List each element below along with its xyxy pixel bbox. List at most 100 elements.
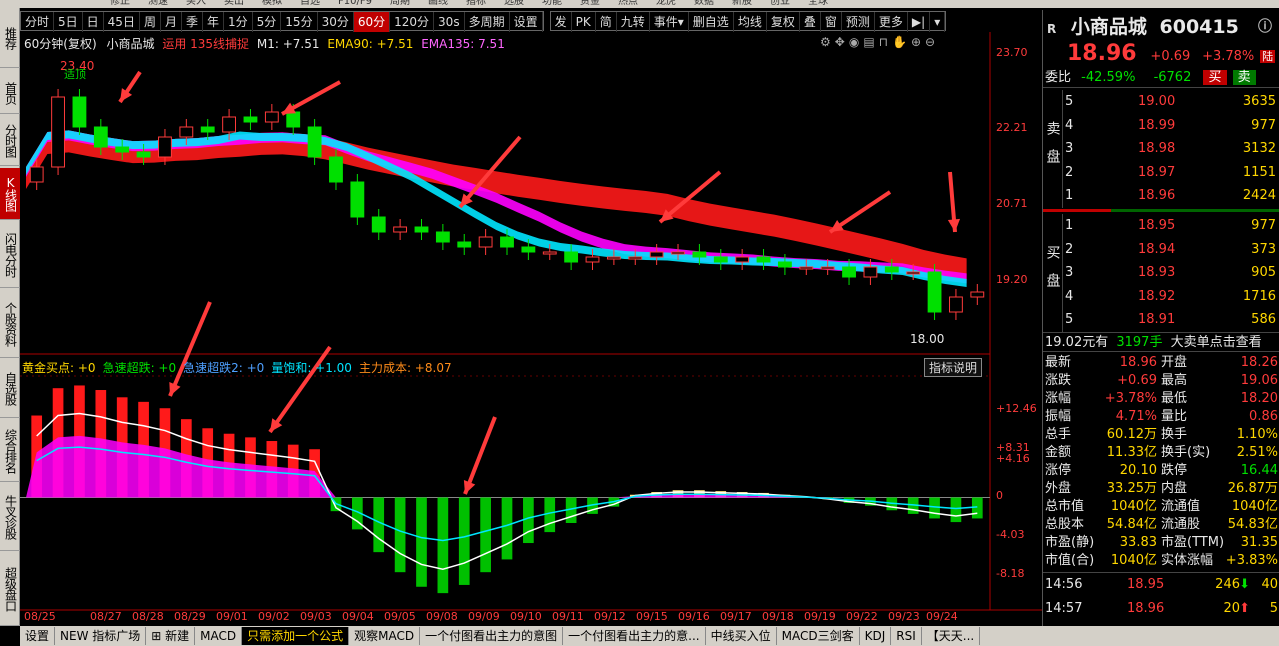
menu-item[interactable]: F10/F9	[338, 0, 372, 8]
period-tab[interactable]: 120分	[390, 12, 435, 32]
indicator-tab[interactable]: KDJ	[860, 627, 892, 645]
order-level[interactable]: 5 19.00 3635	[1063, 90, 1279, 114]
chart-tool-button[interactable]: 窗	[821, 12, 842, 32]
menu-item[interactable]: 热点	[618, 0, 638, 8]
indicator-tab[interactable]: MACD三剑客	[777, 627, 860, 645]
toolbox-icon[interactable]: ▤	[863, 35, 878, 49]
nav-item[interactable]: 分时图	[0, 116, 20, 166]
chart-tool-button[interactable]: 简	[596, 12, 617, 32]
chart-tool-button[interactable]: PK	[572, 12, 596, 32]
chart-tool-button[interactable]: 发	[551, 12, 572, 32]
period-tab[interactable]: 季	[182, 12, 203, 32]
chart-tool-button[interactable]: 预测	[842, 12, 875, 32]
order-level[interactable]: 4 18.99 977	[1063, 114, 1279, 138]
chart-tool-button[interactable]: ▶|	[908, 12, 931, 32]
chart-tool-button[interactable]: 均线	[734, 12, 767, 32]
nav-item[interactable]: 闪电分时	[0, 222, 20, 288]
indicator-tab[interactable]: RSI	[891, 627, 922, 645]
chart-tool-button[interactable]: 删自选	[689, 12, 734, 32]
period-tab[interactable]: 周	[140, 12, 161, 32]
buy-button[interactable]: 买	[1203, 70, 1227, 85]
chart-icon-toolbar[interactable]: ⚙✥◉▤⊓✋⊕⊖	[820, 35, 939, 49]
nav-item[interactable]: 自选股	[0, 360, 20, 418]
indicator-tab[interactable]: NEW 指标广场	[55, 627, 147, 645]
nav-item[interactable]: K线图	[0, 168, 20, 220]
menu-item[interactable]: 龙虎	[656, 0, 676, 8]
menu-item[interactable]: 功能	[542, 0, 562, 8]
period-tab[interactable]: 5日	[54, 12, 83, 32]
indicator-tab[interactable]: 观察MACD	[349, 627, 421, 645]
menu-item[interactable]: 资金	[580, 0, 600, 8]
indicator-tab[interactable]: MACD	[195, 627, 243, 645]
indicator-help-button[interactable]: 指标说明	[924, 358, 983, 377]
sell-button[interactable]: 卖	[1232, 70, 1256, 85]
order-level[interactable]: 2 18.94 373	[1063, 238, 1279, 262]
indicator-tab[interactable]: 中线买入位	[706, 627, 777, 645]
menu-item[interactable]: 数据	[694, 0, 714, 8]
crosshair-icon[interactable]: ✥	[835, 35, 849, 49]
chart-tool-button[interactable]: 复权	[767, 12, 800, 32]
period-tab[interactable]: 1分	[224, 12, 253, 32]
big-order-link[interactable]: 大卖单点击查看	[1171, 335, 1262, 350]
order-level[interactable]: 3 18.93 905	[1063, 261, 1279, 285]
menu-item[interactable]: 买入	[186, 0, 206, 8]
period-tab[interactable]: 设置	[510, 12, 543, 32]
order-level[interactable]: 1 18.96 2424	[1063, 184, 1279, 208]
indicator-tab[interactable]: 只需添加一个公式	[242, 627, 350, 645]
period-tab[interactable]: 月	[161, 12, 182, 32]
chart-tool-button[interactable]: 事件▾	[650, 12, 689, 32]
indicator-tab[interactable]: 一个付图看出主力的意...	[563, 627, 706, 645]
nav-item[interactable]: 个股资料	[0, 290, 20, 358]
period-tab[interactable]: 15分	[281, 12, 318, 32]
period-tab[interactable]: 30s	[434, 12, 465, 32]
chart-tool-button[interactable]: 更多	[875, 12, 908, 32]
indicator-tab[interactable]: 【天天...	[922, 627, 981, 645]
menu-item[interactable]: 画线	[428, 0, 448, 8]
menu-item[interactable]: 测速	[148, 0, 168, 8]
chart-canvas[interactable]	[20, 32, 1042, 626]
hand-icon[interactable]: ✋	[892, 35, 911, 49]
nav-item[interactable]: 综合排名	[0, 420, 20, 482]
chart-tool-button[interactable]: ▾	[930, 12, 946, 32]
menu-item[interactable]: 新股	[732, 0, 752, 8]
period-tab[interactable]: 日	[83, 12, 104, 32]
menu-item[interactable]: 创业	[770, 0, 790, 8]
menu-item[interactable]: 卖出	[224, 0, 244, 8]
menu-item[interactable]: 模拟	[262, 0, 282, 8]
indicator-tab[interactable]: 一个付图看出主力的意图	[420, 627, 564, 645]
period-tab[interactable]: 多周期	[465, 12, 510, 32]
chart-tool-button[interactable]: 叠	[800, 12, 821, 32]
indicator-tab[interactable]: 设置	[20, 627, 56, 645]
chart-tool-button[interactable]: 九转	[617, 12, 650, 32]
menu-item[interactable]: 自选	[300, 0, 320, 8]
order-level[interactable]: 2 18.97 1151	[1063, 161, 1279, 185]
period-tab[interactable]: 5分	[253, 12, 282, 32]
zoom-out-icon[interactable]: ⊖	[925, 35, 939, 49]
nav-item[interactable]: 首页	[0, 72, 20, 114]
lock-icon[interactable]: ⊓	[879, 35, 892, 49]
order-level[interactable]: 3 18.98 3132	[1063, 137, 1279, 161]
menu-item[interactable]: 修正	[110, 0, 130, 8]
zoom-in-icon[interactable]: ⊕	[911, 35, 925, 49]
period-tab[interactable]: 30分	[318, 12, 354, 32]
settings-icon[interactable]: ⚙	[820, 35, 835, 49]
order-level[interactable]: 5 18.91 586	[1063, 308, 1279, 332]
kline-chart[interactable]: 60分钟(复权) 小商品城 运用 135线捕捉 M1: +7.51 EMA90:…	[20, 32, 1042, 626]
order-level[interactable]: 4 18.92 1716	[1063, 285, 1279, 309]
nav-item[interactable]: 推荐	[0, 8, 20, 68]
menu-item[interactable]: 选股	[504, 0, 524, 8]
eye-icon[interactable]: ◉	[849, 35, 863, 49]
menu-item[interactable]: 全球	[808, 0, 828, 8]
period-tab[interactable]: 45日	[104, 12, 140, 32]
period-tab[interactable]: 60分	[353, 12, 391, 32]
menu-item[interactable]: 周期	[390, 0, 410, 8]
indicator-tab[interactable]: ⊞ 新建	[146, 627, 196, 645]
nav-item[interactable]: 牛叉诊股	[0, 484, 20, 551]
period-tab[interactable]: 年	[203, 12, 225, 32]
nav-item[interactable]: 超级盘口	[0, 553, 20, 626]
menu-item[interactable]: 指标	[466, 0, 486, 8]
big-order-row[interactable]: 19.02元有 3197手 大卖单点击查看	[1043, 332, 1279, 352]
order-level[interactable]: 1 18.95 977	[1063, 214, 1279, 238]
period-tab[interactable]: 分时	[21, 12, 55, 32]
info-icon[interactable]: ⓘ	[1258, 14, 1272, 40]
